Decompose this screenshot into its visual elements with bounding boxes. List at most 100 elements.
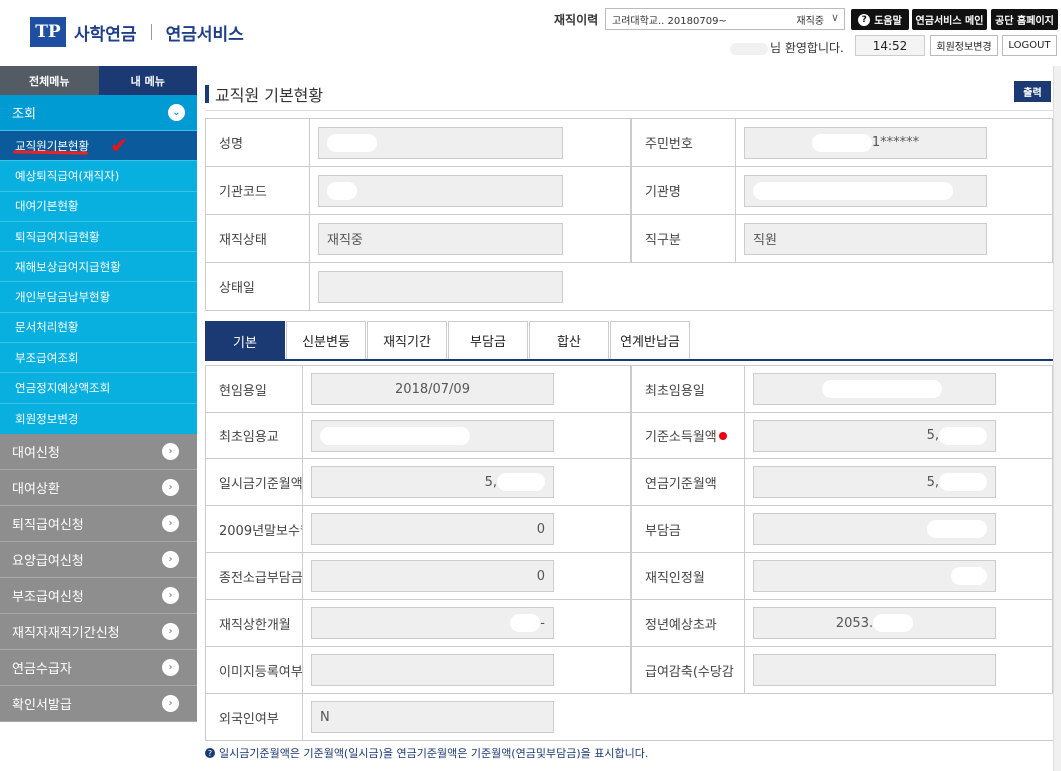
sidebar-item-document-status[interactable]: 문서처리현황 [0, 311, 197, 343]
redacted-value [873, 614, 914, 632]
emp-status-cell: 재직중 [310, 215, 631, 262]
benefit-reduction-cell [745, 647, 1053, 693]
welcome-message: 님 환영합니다. [770, 41, 844, 55]
sidebar-group-label: 부조급여신청 [12, 589, 84, 605]
red-dot-marker [718, 431, 727, 440]
logo-divider [150, 24, 152, 40]
sidebar-section-inquiry[interactable]: 조회 ⌄ [0, 95, 197, 130]
sidebar-item-personal-contribution[interactable]: 개인부담금납부현황 [0, 281, 197, 312]
first-school-field [311, 419, 554, 452]
sidebar-item-member-info[interactable]: 회원정보변경 [0, 402, 197, 434]
sidebar-item-staff-status[interactable]: 교직원기본현황 ✔ [0, 130, 197, 161]
edit-member-button[interactable]: 회원정보변경 [930, 35, 998, 56]
rrn-cell: 1****** [736, 119, 1053, 166]
chevron-right-icon: › [162, 442, 179, 460]
print-button[interactable]: 출력 [1014, 81, 1051, 102]
basic-row: 성명 주민번호 1****** [205, 119, 1053, 167]
sidebar-item-loan-status[interactable]: 대여기본현황 [0, 190, 197, 221]
first-appoint-date-field [753, 373, 996, 405]
tab-contribution[interactable]: 부담금 [448, 321, 528, 359]
footnote-text: 일시금기준월액은 기준월액(일시금)을 연금기준월액은 기준월액(연금및부담금)… [219, 747, 649, 760]
title-divider [205, 110, 1053, 111]
welcome-text: 님 환영합니다. [730, 39, 844, 56]
basic-row: 재직상태 재직중 직구분 직원 [205, 215, 1053, 263]
tab-all-menu[interactable]: 전체메뉴 [0, 66, 99, 95]
sidebar-item-aid-benefit[interactable]: 부조급여조회 [0, 342, 197, 373]
logo-mark: TP [30, 17, 66, 47]
basic-info-grid: 성명 주민번호 1****** 기관코드 기관명 재직상태 재직중 직구분 직원… [205, 118, 1053, 311]
page-scrollbar[interactable] [1053, 66, 1061, 771]
logo[interactable]: TP 사학연금 연금서비스 [30, 17, 244, 47]
base-income-field: 5, [753, 419, 996, 452]
redacted-value [753, 181, 953, 200]
status-date-label: 상태일 [205, 263, 310, 310]
sidebar-group-label: 대여신청 [12, 445, 60, 461]
session-clock: 14:52 [855, 35, 925, 56]
detail-tabs: 기본 신분변동 재직기간 부담금 합산 연계반납금 [205, 321, 1053, 361]
sidebar-group-label: 연금수급자 [12, 661, 72, 677]
homepage-label: 공단 홈페이지 [995, 16, 1054, 27]
tab-service-period[interactable]: 재직기간 [367, 321, 447, 359]
job-type-cell: 직원 [736, 215, 1053, 262]
header: TP 사학연금 연금서비스 재직이력 고려대학교.. 20180709~ 재직중… [0, 0, 1061, 66]
max-months-label: 재직상한개월 [205, 600, 303, 646]
rrn-value: 1****** [871, 135, 920, 150]
chevron-right-icon: › [162, 694, 179, 712]
sidebar-group-label: 확인서발급 [12, 697, 72, 713]
first-school-cell [303, 413, 631, 458]
redacted-value [939, 426, 987, 445]
logout-button[interactable]: LOGOUT [1002, 35, 1057, 56]
sidebar-group-loan-apply[interactable]: 대여신청 › [0, 433, 197, 470]
org-name-label: 기관명 [631, 167, 736, 214]
service-main-button[interactable]: 연금서비스 메인 [912, 9, 987, 30]
sidebar-group-aid-apply[interactable]: 부조급여신청 › [0, 577, 197, 614]
sidebar-group-loan-repay[interactable]: 대여상환 › [0, 469, 197, 506]
info-icon: ? [205, 748, 215, 758]
redacted-value [811, 133, 872, 152]
sidebar-item-accident-compensation[interactable]: 재해보상급여지급현황 [0, 251, 197, 282]
org-code-field [318, 174, 563, 207]
career-label: 재직이력 [554, 13, 599, 27]
recognized-months-field [753, 560, 996, 592]
tab-linked-return[interactable]: 연계반납금 [610, 321, 690, 359]
rrn-label: 주민번호 [631, 119, 736, 166]
lump-base-field: 5, [311, 466, 554, 498]
emp-status-label: 재직상태 [205, 215, 310, 262]
contribution-label: 부담금 [631, 506, 745, 552]
career-value: 고려대학교.. 20180709~ [612, 15, 727, 27]
pension-base-value: 5, [926, 474, 939, 490]
career-select[interactable]: 고려대학교.. 20180709~ 재직중 ∨ [605, 8, 845, 30]
sidebar-group-service-period[interactable]: 재직자재직기간신청 › [0, 613, 197, 650]
max-months-field: - [311, 607, 554, 639]
appoint-date-field: 2018/07/09 [311, 373, 554, 405]
sidebar-group-certificate[interactable]: 확인서발급 › [0, 685, 197, 722]
pension-base-label: 연금기준월액 [631, 459, 745, 505]
appoint-date-cell: 2018/07/09 [303, 366, 631, 412]
sidebar-tabs: 전체메뉴 내 메뉴 [0, 66, 197, 95]
tab-status-change[interactable]: 신분변동 [286, 321, 366, 359]
first-appoint-date-label: 최초임용일 [631, 366, 745, 412]
sidebar-group-retirement-apply[interactable]: 퇴직급여신청 › [0, 505, 197, 542]
redacted-value [327, 133, 377, 152]
sidebar-item-pension-suspension[interactable]: 연금정지예상액조회 [0, 372, 197, 403]
sidebar-group-care-apply[interactable]: 요양급여신청 › [0, 541, 197, 578]
redacted-value [927, 520, 987, 538]
pension-base-field: 5, [753, 466, 996, 498]
redacted-value [327, 181, 357, 200]
sidebar-item-expected-retirement[interactable]: 예상퇴직급여(재직자) [0, 160, 197, 191]
sidebar-group-label: 재직자재직기간신청 [12, 625, 120, 641]
org-name-field [744, 174, 987, 207]
help-button[interactable]: ? 도움말 [851, 9, 909, 30]
detail-row: 이미지등록여부 급여감축(수당감 [205, 647, 1053, 694]
pension-base-cell: 5, [745, 459, 1053, 505]
sidebar-group-pensioner[interactable]: 연금수급자 › [0, 649, 197, 686]
tab-my-menu[interactable]: 내 메뉴 [98, 66, 197, 95]
base-income-label: 기준소득월액 [631, 413, 745, 458]
lump-base-value: 5, [484, 474, 497, 490]
base-income-cell: 5, [745, 413, 1053, 458]
tab-basic[interactable]: 기본 [205, 321, 285, 361]
tab-combined[interactable]: 합산 [529, 321, 609, 359]
homepage-button[interactable]: 공단 홈페이지 [991, 9, 1058, 30]
sidebar-group-label: 요양급여신청 [12, 553, 84, 569]
sidebar-item-retirement-payments[interactable]: 퇴직급여지급현황 [0, 220, 197, 252]
